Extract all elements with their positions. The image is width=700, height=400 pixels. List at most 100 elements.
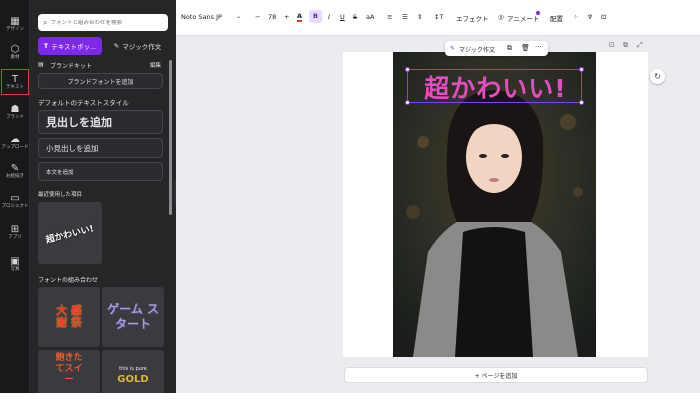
combo-3-text: 飽きたてスイー bbox=[55, 353, 83, 385]
brand-kit-edit-link[interactable]: 編集 bbox=[150, 61, 161, 69]
left-rail: ▦ デザイン ⬡ 素材 T テキスト ☗ ブランド ☁ アップロード ✎ お絵描… bbox=[0, 0, 30, 393]
rail-label-draw: お絵描き bbox=[6, 173, 24, 179]
rail-label-elements: 素材 bbox=[10, 54, 20, 60]
add-heading-button[interactable]: 見出しを追加 bbox=[38, 110, 163, 134]
lock-icon[interactable]: ⊡ bbox=[601, 13, 606, 21]
resize-handle-bottom-left[interactable] bbox=[405, 100, 410, 105]
font-combo-4[interactable]: this is pure GOLD bbox=[102, 350, 164, 393]
add-body-button[interactable]: 本文を追加 bbox=[38, 162, 163, 181]
add-subheading-button[interactable]: 小見出しを追加 bbox=[38, 138, 163, 158]
rail-item-projects[interactable]: ▭ プロジェクト bbox=[0, 187, 30, 215]
add-brand-font-button[interactable]: ブランドフォントを追加 bbox=[38, 73, 163, 89]
brand-kit-icon: ▤ bbox=[38, 61, 44, 68]
transparency-icon[interactable]: ⁘ bbox=[573, 13, 578, 21]
draw-icon: ✎ bbox=[10, 162, 20, 174]
canvas-page[interactable]: 超かわいい! bbox=[343, 52, 648, 357]
rail-item-brand[interactable]: ☗ ブランド bbox=[0, 98, 30, 126]
rail-label-text: テキスト bbox=[6, 84, 24, 90]
page-duplicate-icon[interactable]: ⧉ bbox=[623, 41, 628, 50]
rail-item-apps[interactable]: ⊞ アプリ bbox=[0, 218, 30, 246]
chevron-down-icon[interactable]: ⌄ bbox=[236, 13, 241, 20]
comment-icon[interactable]: ↻ bbox=[650, 69, 665, 84]
apps-icon: ⊞ bbox=[10, 223, 20, 235]
editor-area: Noto Sans JP ⌄ − 78 + A B I U S aA ≡ ☰ ⇕… bbox=[176, 0, 700, 393]
default-styles-title: デフォルトのテキストスタイル bbox=[38, 99, 129, 107]
animate-icon[interactable]: ◎ bbox=[498, 13, 504, 21]
brand-icon: ☗ bbox=[10, 103, 20, 115]
combo-2-text: ゲーム スタート bbox=[107, 302, 159, 331]
add-page-label: + ページを追加 bbox=[474, 372, 518, 380]
rail-item-design[interactable]: ▦ デザイン bbox=[0, 10, 30, 38]
add-textbox-button[interactable]: T テキストボッ... bbox=[38, 37, 102, 55]
add-page-button[interactable]: + ページを追加 bbox=[344, 367, 648, 383]
rail-label-design: デザイン bbox=[6, 26, 24, 32]
spacing-icon[interactable]: ⇕ bbox=[417, 13, 422, 21]
panel-scrollbar[interactable] bbox=[169, 60, 172, 215]
heading-text[interactable]: 超かわいい! bbox=[408, 70, 583, 104]
magic-wand-icon: ✎ bbox=[113, 42, 120, 50]
page-add-icon[interactable]: ⤢ bbox=[637, 41, 643, 50]
more-options-icon[interactable]: ··· bbox=[535, 43, 542, 51]
rail-item-photos[interactable]: ▣ 写真 bbox=[0, 250, 30, 278]
combo-1-text: 大 感 謝 祭 bbox=[56, 304, 82, 329]
align-icon[interactable]: ≡ bbox=[387, 13, 392, 21]
magic-write-button[interactable]: ✎ マジック作文 bbox=[105, 37, 170, 55]
resize-handle-top-left[interactable] bbox=[405, 67, 410, 72]
paint-format-icon[interactable]: ♆ bbox=[587, 13, 593, 21]
upload-icon: ☁ bbox=[10, 133, 20, 145]
rail-item-uploads[interactable]: ☁ アップロード bbox=[0, 128, 30, 156]
text-icon: T bbox=[11, 73, 19, 85]
font-family-select[interactable]: Noto Sans JP bbox=[181, 13, 222, 21]
photos-icon: ▣ bbox=[10, 255, 20, 267]
search-icon: ⌕ bbox=[43, 17, 48, 27]
font-search-box[interactable]: ⌕ bbox=[38, 14, 168, 31]
bold-button[interactable]: B bbox=[309, 10, 322, 23]
delete-icon[interactable]: 🗑 bbox=[521, 44, 530, 52]
font-size-value[interactable]: 78 bbox=[268, 13, 276, 21]
rail-label-apps: アプリ bbox=[8, 234, 22, 240]
effects-button[interactable]: エフェクト bbox=[456, 13, 489, 23]
text-toolbar: Noto Sans JP ⌄ − 78 + A B I U S aA ≡ ☰ ⇕… bbox=[176, 0, 700, 36]
resize-handle-top-right[interactable] bbox=[579, 67, 584, 72]
font-size-decrease-button[interactable]: − bbox=[255, 13, 260, 21]
text-direction-icon[interactable]: ↕T bbox=[434, 13, 443, 21]
font-combo-3[interactable]: 飽きたてスイー bbox=[38, 350, 100, 393]
rail-label-brand: ブランド bbox=[6, 114, 24, 120]
italic-button[interactable]: I bbox=[328, 13, 330, 21]
add-subheading-label: 小見出しを追加 bbox=[46, 143, 99, 153]
brand-kit-title: ブランドキット bbox=[50, 63, 93, 70]
rail-label-uploads: アップロード bbox=[1, 144, 29, 150]
case-button[interactable]: aA bbox=[366, 13, 374, 21]
magic-write-float-button[interactable]: マジック作文 bbox=[459, 45, 495, 54]
magic-write-float-icon[interactable]: ✎ bbox=[450, 45, 455, 52]
page-lock-icon[interactable]: ⊡ bbox=[609, 41, 615, 49]
magic-write-label: マジック作文 bbox=[122, 43, 162, 51]
portrait-photo[interactable]: 超かわいい! bbox=[393, 52, 596, 357]
font-combo-1[interactable]: 大 感 謝 祭 bbox=[38, 287, 100, 347]
rail-label-photos: 写真 bbox=[10, 266, 20, 272]
heading-selection-box[interactable]: 超かわいい! bbox=[405, 67, 584, 105]
rail-item-elements[interactable]: ⬡ 素材 bbox=[0, 38, 30, 66]
recent-item-thumbnail[interactable]: 超かわいい! bbox=[38, 202, 102, 264]
list-icon[interactable]: ☰ bbox=[402, 13, 408, 21]
underline-button[interactable]: U bbox=[340, 13, 345, 21]
duplicate-icon[interactable]: ⧉ bbox=[507, 44, 512, 53]
text-color-icon[interactable]: A bbox=[297, 13, 303, 22]
position-button[interactable]: 配置 bbox=[550, 13, 563, 23]
element-floating-toolbar: ✎ マジック作文 ⧉ 🗑 ··· bbox=[445, 41, 548, 56]
resize-handle-bottom-right[interactable] bbox=[579, 100, 584, 105]
add-textbox-label: テキストボッ... bbox=[51, 43, 97, 51]
font-size-increase-button[interactable]: + bbox=[284, 13, 289, 21]
font-combo-2[interactable]: ゲーム スタート bbox=[102, 287, 164, 347]
rail-item-draw[interactable]: ✎ お絵描き bbox=[0, 157, 30, 185]
animate-button[interactable]: アニメート bbox=[507, 13, 539, 23]
animate-badge bbox=[536, 11, 540, 15]
canva-editor: ▦ デザイン ⬡ 素材 T テキスト ☗ ブランド ☁ アップロード ✎ お絵描… bbox=[0, 0, 700, 393]
search-input[interactable] bbox=[50, 19, 168, 26]
add-body-label: 本文を追加 bbox=[46, 169, 74, 176]
strikethrough-button[interactable]: S bbox=[353, 13, 357, 21]
rail-item-text[interactable]: T テキスト bbox=[0, 68, 30, 96]
add-brand-font-label: ブランドフォントを追加 bbox=[67, 78, 134, 86]
textbox-icon: T bbox=[43, 42, 49, 50]
recent-title: 最近使用した項目 bbox=[38, 192, 83, 198]
